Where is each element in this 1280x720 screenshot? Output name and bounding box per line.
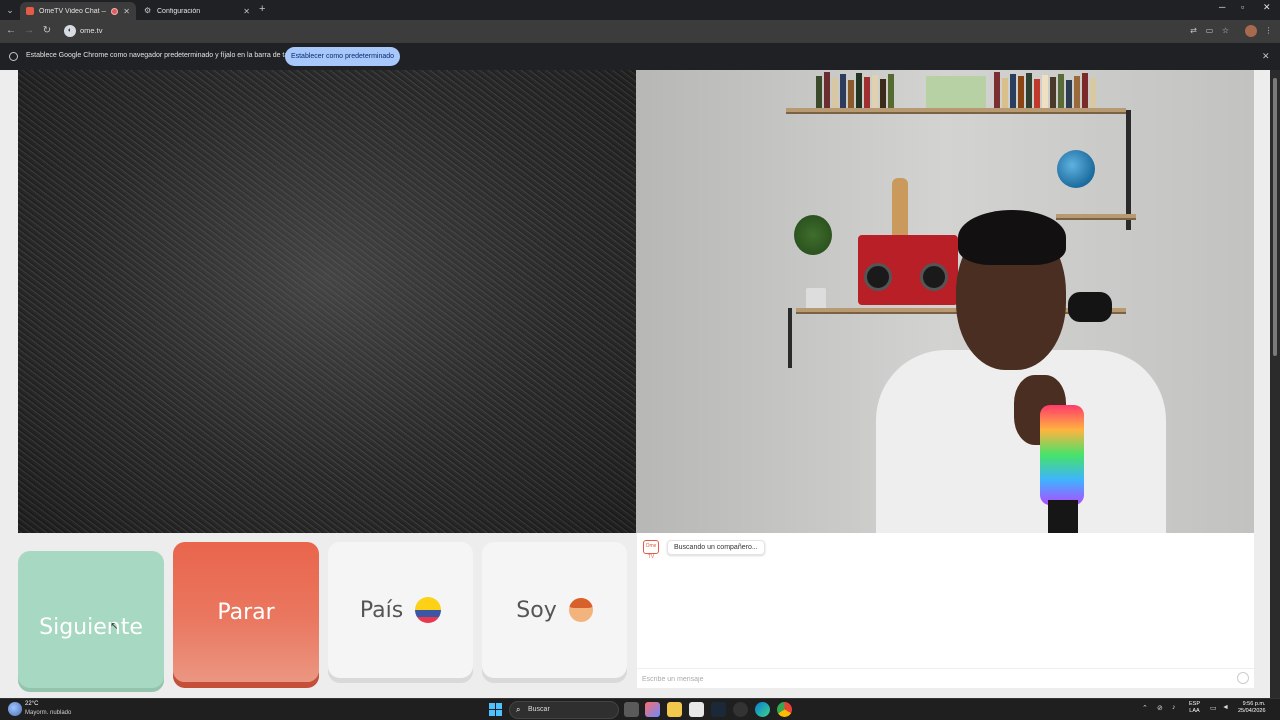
shelf-right bbox=[1056, 214, 1136, 220]
globe-decoration bbox=[1057, 150, 1095, 188]
gamepad-decoration bbox=[1068, 292, 1112, 322]
windows-start-icon[interactable] bbox=[489, 703, 502, 716]
close-tab-icon[interactable]: ✕ bbox=[123, 7, 130, 16]
weather-cloud-icon[interactable] bbox=[8, 702, 22, 716]
language-code: ESP bbox=[1189, 701, 1201, 707]
shelf-pipe bbox=[788, 308, 792, 368]
copilot-icon[interactable] bbox=[645, 702, 660, 717]
close-tab-icon[interactable]: ✕ bbox=[243, 7, 250, 16]
forward-icon[interactable]: → bbox=[22, 24, 36, 38]
chat-message-input[interactable] bbox=[642, 673, 1222, 685]
browser-toolbar: ← → ↻ ◐ ome.tv ⇄ ▭ ☆ ⋮ bbox=[0, 20, 1280, 43]
task-view-icon[interactable] bbox=[624, 702, 639, 717]
recording-indicator-icon bbox=[111, 7, 119, 15]
cast-icon[interactable]: ▭ bbox=[1204, 25, 1215, 36]
tab-search-button[interactable]: ⌄ bbox=[3, 3, 17, 17]
tab-configuracion[interactable]: ⚙ Configuración ✕ bbox=[138, 2, 256, 20]
colombia-flag-icon bbox=[415, 597, 442, 623]
keyboard-layout: LAA bbox=[1189, 708, 1200, 714]
country-selector[interactable]: País bbox=[328, 542, 473, 678]
set-default-button[interactable]: Establecer como predeterminado bbox=[285, 47, 400, 66]
chrome-icon bbox=[9, 52, 18, 61]
bookmark-star-icon[interactable]: ☆ bbox=[1220, 25, 1231, 36]
profile-avatar[interactable] bbox=[1245, 25, 1257, 37]
next-button[interactable]: Siguiente bbox=[18, 551, 164, 688]
windows-taskbar: 22°C Mayorm. nublado ⌕ Buscar ⌃ ⊘ ♪ ESP … bbox=[0, 698, 1280, 720]
menu-kebab-icon[interactable]: ⋮ bbox=[1263, 25, 1274, 36]
volume-icon[interactable]: ◄ bbox=[1222, 704, 1229, 711]
tab-title: OmeTV Video Chat — Ome bbox=[39, 7, 106, 15]
person-hair bbox=[958, 210, 1066, 265]
chat-status-message: Buscando un compañero... bbox=[667, 540, 765, 555]
gender-selector[interactable]: Soy bbox=[482, 542, 627, 678]
search-label: Buscar bbox=[528, 706, 550, 713]
partner-video-static bbox=[18, 70, 636, 533]
mouse-cursor-icon: ↖ bbox=[110, 621, 119, 632]
minimize-icon[interactable]: ─ bbox=[1219, 2, 1225, 12]
weather-description[interactable]: Mayorm. nublado bbox=[25, 710, 71, 716]
default-browser-infobar: Establece Google Chrome como navegador p… bbox=[0, 43, 1280, 70]
ometv-logo-icon: Ome TV bbox=[643, 540, 659, 560]
translate-icon[interactable]: ⇄ bbox=[1188, 25, 1199, 36]
stop-button[interactable]: Parar bbox=[173, 542, 319, 682]
store-icon[interactable] bbox=[689, 702, 704, 717]
infobar-close-icon[interactable]: ✕ bbox=[1262, 51, 1270, 62]
maximize-icon[interactable]: ▫ bbox=[1241, 2, 1244, 12]
boy-emoji-icon bbox=[568, 598, 593, 622]
infobar-message: Establece Google Chrome como navegador p… bbox=[26, 52, 302, 59]
shelf-pipe bbox=[1126, 110, 1131, 230]
plant-decoration bbox=[794, 215, 832, 255]
self-video bbox=[636, 70, 1254, 533]
weather-temperature[interactable]: 22°C bbox=[25, 701, 38, 707]
network-off-icon[interactable]: ⊘ bbox=[1157, 704, 1163, 712]
stop-button-label: Parar bbox=[217, 599, 275, 625]
github-icon[interactable] bbox=[733, 702, 748, 717]
chrome-taskbar-icon[interactable] bbox=[777, 702, 792, 717]
chat-panel: Ome TV Buscando un compañero... bbox=[637, 533, 1254, 688]
close-window-icon[interactable]: ✕ bbox=[1263, 2, 1271, 13]
next-button-label: Siguiente bbox=[39, 615, 143, 640]
shelf-top bbox=[786, 108, 1126, 114]
search-icon: ⌕ bbox=[516, 705, 521, 714]
tab-strip: ⌄ OmeTV Video Chat — Ome ✕ ⚙ Configuraci… bbox=[0, 0, 1280, 20]
tab-title: Configuración bbox=[157, 7, 201, 15]
gender-label: Soy bbox=[516, 597, 557, 623]
person-shirt bbox=[876, 350, 1166, 533]
wifi-icon[interactable]: ▭ bbox=[1210, 704, 1217, 712]
language-indicator[interactable]: ESP LAA bbox=[1189, 701, 1200, 715]
rgb-microphone bbox=[1040, 405, 1084, 505]
microphone-icon[interactable]: ♪ bbox=[1172, 704, 1176, 711]
emoji-icon[interactable] bbox=[1237, 672, 1249, 684]
site-info-icon[interactable]: ◐ bbox=[64, 25, 76, 37]
plant-pot bbox=[806, 288, 826, 310]
taskbar-search[interactable]: ⌕ Buscar bbox=[509, 701, 619, 719]
page-scrollbar[interactable] bbox=[1270, 70, 1280, 698]
scrollbar-thumb[interactable] bbox=[1273, 78, 1277, 356]
system-clock[interactable]: 9:56 p.m. 25/04/2026 bbox=[1238, 701, 1266, 715]
clock-time: 9:56 p.m. bbox=[1242, 701, 1266, 707]
country-label: País bbox=[359, 597, 404, 623]
gear-icon: ⚙ bbox=[144, 6, 152, 15]
ometv-favicon-icon bbox=[26, 7, 34, 15]
ometv-page: Siguiente Parar País Soy ↖ Ome TV Buscan… bbox=[0, 70, 1270, 698]
back-icon[interactable]: ← bbox=[4, 24, 18, 38]
file-explorer-icon[interactable] bbox=[667, 702, 682, 717]
divider bbox=[637, 668, 1254, 669]
boombox-decoration bbox=[858, 235, 958, 305]
steam-icon[interactable] bbox=[711, 702, 726, 717]
microphone-stand bbox=[1048, 500, 1078, 533]
reload-icon[interactable]: ↻ bbox=[40, 24, 54, 38]
bookshelf-books bbox=[816, 70, 1116, 110]
clock-date: 25/04/2026 bbox=[1238, 708, 1266, 714]
edge-icon[interactable] bbox=[755, 702, 770, 717]
new-tab-button[interactable]: + bbox=[259, 3, 265, 15]
tray-chevron-icon[interactable]: ⌃ bbox=[1142, 704, 1148, 712]
tab-ometv[interactable]: OmeTV Video Chat — Ome ✕ bbox=[20, 2, 136, 20]
address-bar[interactable]: ome.tv bbox=[80, 25, 103, 37]
